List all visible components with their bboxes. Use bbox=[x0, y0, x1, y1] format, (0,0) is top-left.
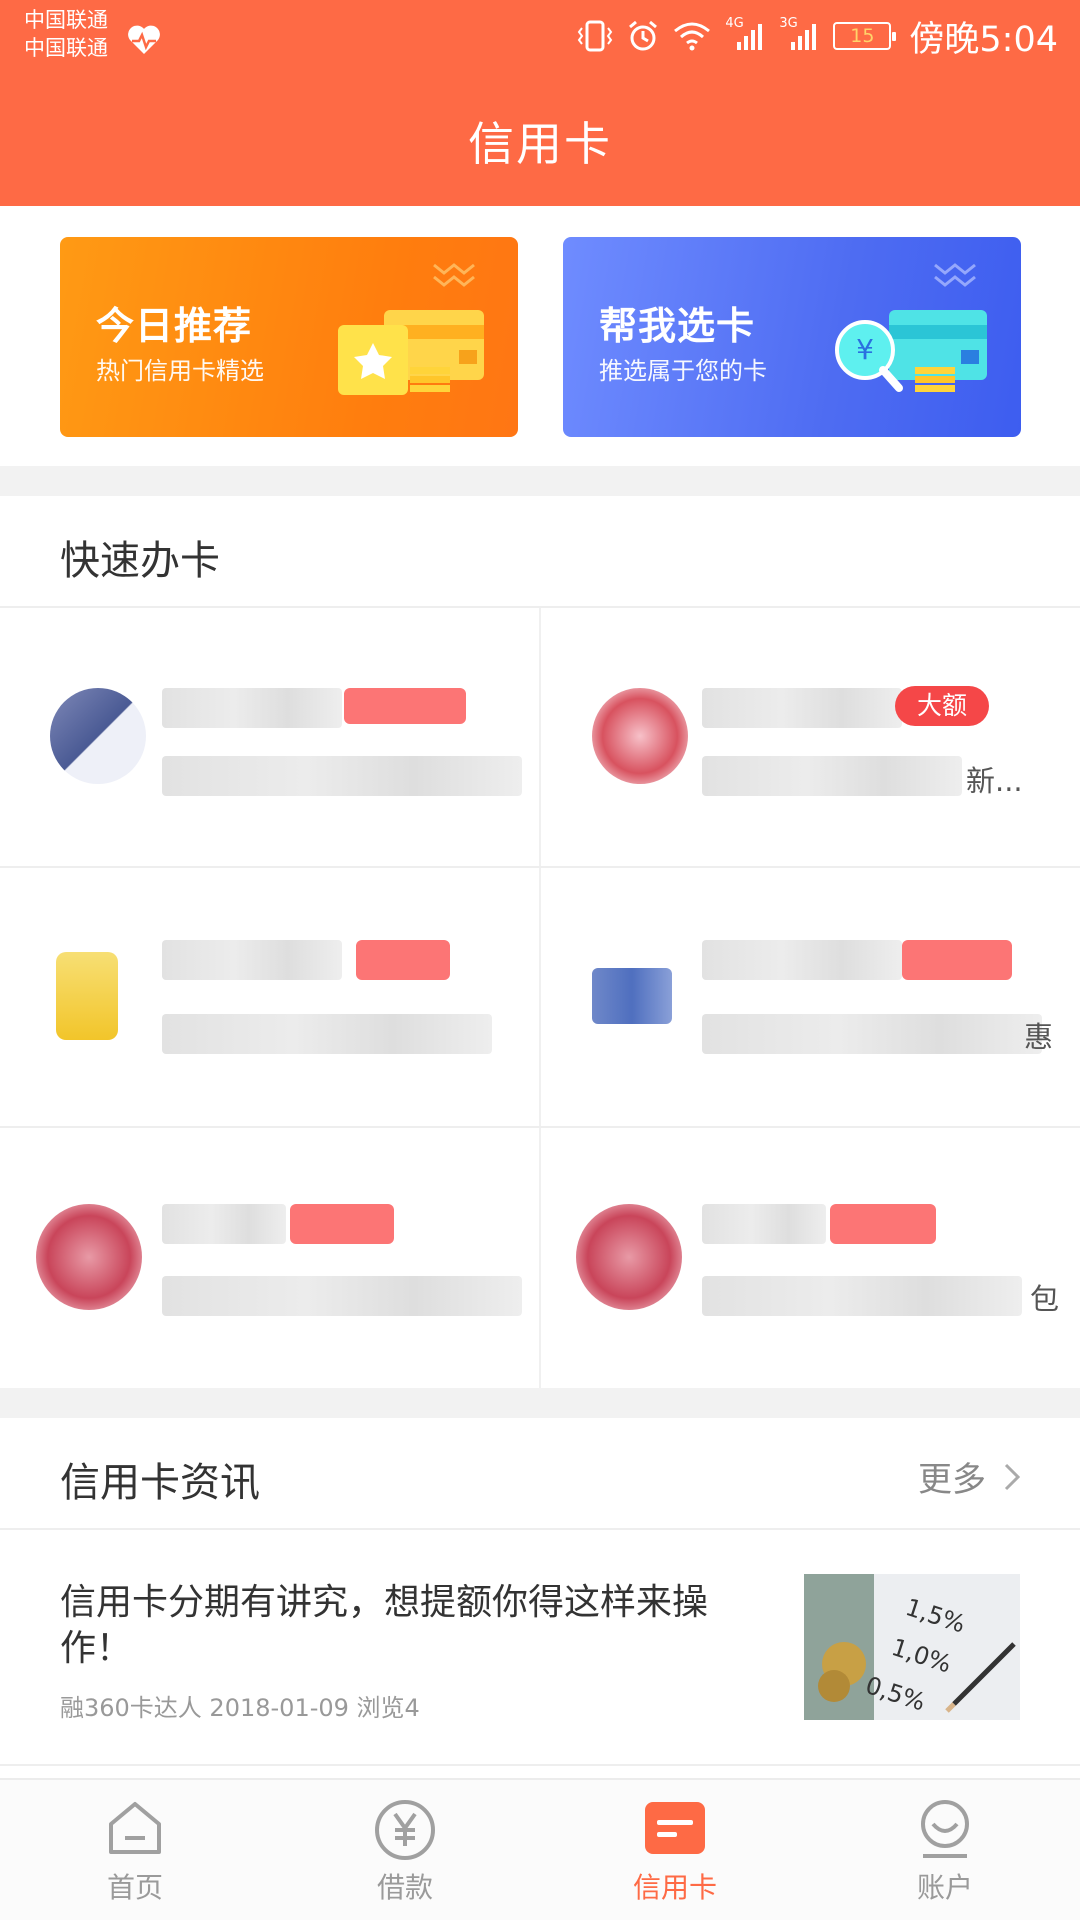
card-badge: 大额 bbox=[895, 686, 990, 726]
wifi-icon bbox=[674, 22, 711, 51]
news-section-title: 信用卡资讯 bbox=[60, 1460, 260, 1506]
card-desc-blurred bbox=[162, 1276, 522, 1316]
yuan-icon bbox=[375, 1800, 435, 1860]
alarm-icon bbox=[629, 20, 658, 51]
banner-title: 帮我选卡 bbox=[599, 304, 756, 348]
card-desc-blurred bbox=[702, 1276, 1022, 1316]
card-desc-blurred bbox=[162, 756, 522, 796]
quick-apply-title: 快速办卡 bbox=[60, 538, 220, 584]
app-header: 中国联通 中国联通 4G 3G 15 傍晚5:04 信用卡 bbox=[0, 0, 1080, 206]
bank-logo bbox=[592, 968, 672, 1024]
section-separator bbox=[0, 466, 1080, 496]
battery-icon: 15 bbox=[833, 22, 897, 50]
card-item[interactable]: 惠 bbox=[540, 868, 1080, 1126]
banner-help-choose-card[interactable]: 帮我选卡 推选属于您的卡 ¥ bbox=[563, 237, 1021, 437]
nav-label: 账户 bbox=[916, 1871, 973, 1904]
card-star-illustration-icon bbox=[338, 263, 484, 395]
banner-today-recommend[interactable]: 今日推荐 热门信用卡精选 bbox=[60, 237, 518, 437]
news-article-meta: 融360卡达人 2018-01-09 浏览4 bbox=[60, 1694, 420, 1722]
card-desc-blurred bbox=[702, 756, 962, 796]
credit-card-icon bbox=[645, 1802, 705, 1854]
card-item[interactable] bbox=[0, 1128, 540, 1386]
battery-level: 15 bbox=[850, 25, 875, 47]
card-name-blurred bbox=[702, 688, 902, 728]
card-tag-blurred bbox=[902, 940, 1012, 980]
card-item[interactable]: 大额 新... bbox=[540, 608, 1080, 866]
card-desc-blurred bbox=[702, 1014, 1042, 1054]
card-desc-tail: 包 bbox=[1030, 1282, 1060, 1316]
card-tag-blurred bbox=[290, 1204, 394, 1244]
card-name-blurred bbox=[162, 940, 342, 980]
card-desc-tail: 新... bbox=[966, 764, 1023, 798]
svg-text:¥: ¥ bbox=[856, 333, 874, 366]
card-tag-blurred bbox=[830, 1204, 936, 1244]
news-article-headline: 信用卡分期有讲究，想提额你得这样来操作！ bbox=[60, 1582, 709, 1669]
bottom-navigation: 首页 借款 信用卡 账户 bbox=[0, 1778, 1080, 1920]
carrier-1: 中国联通 bbox=[24, 8, 108, 32]
card-tag-blurred bbox=[344, 688, 466, 724]
card-desc-blurred bbox=[162, 1014, 492, 1054]
carrier-2: 中国联通 bbox=[24, 36, 108, 60]
bank-logo bbox=[56, 952, 118, 1040]
nav-home[interactable]: 首页 bbox=[0, 1780, 270, 1920]
bank-logo bbox=[36, 1204, 142, 1310]
card-name-blurred bbox=[702, 940, 902, 980]
home-icon bbox=[109, 1802, 161, 1854]
percent-chart-illustration-icon: 1,5% 1,0% 0,5% bbox=[804, 1574, 1020, 1720]
nav-loan[interactable]: 借款 bbox=[270, 1780, 540, 1920]
status-bar-carriers: 中国联通 中国联通 bbox=[24, 6, 160, 62]
account-icon bbox=[921, 1800, 969, 1858]
banner-subtitle: 推选属于您的卡 bbox=[599, 357, 767, 385]
card-item[interactable] bbox=[0, 868, 540, 1126]
divider bbox=[0, 1528, 1080, 1530]
news-more-label: 更多 bbox=[918, 1460, 986, 1500]
bank-logo bbox=[50, 688, 146, 784]
card-item[interactable] bbox=[0, 608, 540, 866]
card-search-illustration-icon: ¥ bbox=[835, 263, 987, 392]
nav-label: 借款 bbox=[376, 1871, 433, 1904]
nav-credit-card[interactable]: 信用卡 bbox=[540, 1780, 810, 1920]
banner-title: 今日推荐 bbox=[96, 304, 253, 348]
vibrate-icon bbox=[578, 20, 613, 52]
card-item[interactable]: 包 bbox=[540, 1128, 1080, 1386]
card-name-blurred bbox=[162, 688, 342, 728]
banner-subtitle: 热门信用卡精选 bbox=[96, 357, 264, 385]
status-bar-icons: 4G 3G 15 傍晚5:04 bbox=[577, 14, 1058, 60]
signal-3g-icon: 3G bbox=[779, 16, 819, 52]
bank-logo bbox=[592, 688, 688, 784]
news-more-link[interactable]: 更多 bbox=[918, 1452, 1020, 1501]
heart-monitor-icon bbox=[128, 25, 160, 54]
nav-label: 信用卡 bbox=[632, 1871, 717, 1904]
chevron-right-icon bbox=[1004, 1463, 1020, 1490]
section-separator bbox=[0, 1388, 1080, 1418]
card-desc-tail: 惠 bbox=[1024, 1020, 1054, 1054]
signal-4g-icon: 4G bbox=[725, 16, 765, 52]
page-title: 信用卡 bbox=[468, 117, 612, 171]
status-clock: 傍晚5:04 bbox=[909, 19, 1058, 60]
news-article-thumbnail: 1,5% 1,0% 0,5% bbox=[804, 1574, 1020, 1720]
nav-label: 首页 bbox=[106, 1871, 163, 1904]
card-name-blurred bbox=[702, 1204, 826, 1244]
card-tag-blurred bbox=[356, 940, 450, 980]
nav-account[interactable]: 账户 bbox=[810, 1780, 1080, 1920]
card-name-blurred bbox=[162, 1204, 286, 1244]
bank-logo bbox=[576, 1204, 682, 1310]
divider bbox=[0, 1764, 1080, 1766]
